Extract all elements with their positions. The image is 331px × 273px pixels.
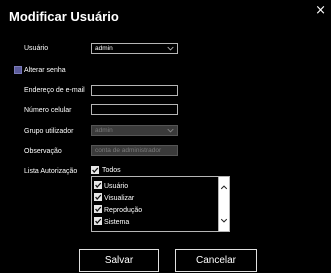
permission-list[interactable]: Usuário Visualizar Reprodução Sistema [91,176,230,232]
note-field-value: conta de administrador [95,147,162,154]
permission-label: Sistema [104,219,130,226]
permission-checkbox-reproducao[interactable] [94,205,102,213]
chevron-down-icon [167,46,174,51]
user-select-value: admin [95,45,113,52]
change-password-checkbox[interactable] [14,66,22,74]
group-select-value: admin [95,127,113,134]
email-label: Endereço de e-mail [24,87,85,94]
permission-checkbox-usuario[interactable] [94,181,102,189]
permission-label: Reprodução [104,207,143,214]
checkmark-icon [95,182,102,188]
cancel-button[interactable]: Cancelar [175,249,257,272]
all-checkbox[interactable] [91,166,99,174]
all-label: Todos [102,167,121,174]
note-label: Observação [24,148,62,155]
chevron-down-icon[interactable] [220,217,228,224]
email-field[interactable] [91,85,178,96]
checkmark-icon [95,206,102,212]
note-field: conta de administrador [91,145,178,156]
auth-list-label: Lista Autorização [24,168,78,175]
checkmark-icon [92,167,99,173]
group-label: Grupo utilizador [24,128,74,135]
phone-field[interactable] [91,104,178,115]
permission-label: Usuário [104,183,129,190]
group-select: admin [91,125,178,136]
chevron-down-icon [167,128,174,133]
save-button[interactable]: Salvar [79,249,159,272]
user-label: Usuário [24,45,49,52]
chevron-up-icon[interactable] [220,184,228,191]
modify-user-dialog: Modificar Usuário × Usuário admin Altera… [0,0,331,273]
permission-scrollbar[interactable] [218,177,229,231]
close-icon[interactable]: × [315,4,326,17]
dialog-title: Modificar Usuário [9,9,119,24]
permission-label: Visualizar [104,195,135,202]
checkmark-icon [95,218,102,224]
change-password-label: Alterar senha [24,67,66,74]
user-select[interactable]: admin [91,43,178,54]
permission-checkbox-sistema[interactable] [94,217,102,225]
phone-label: Número celular [24,107,72,114]
permission-checkbox-visualizar[interactable] [94,193,102,201]
checkmark-icon [95,194,102,200]
